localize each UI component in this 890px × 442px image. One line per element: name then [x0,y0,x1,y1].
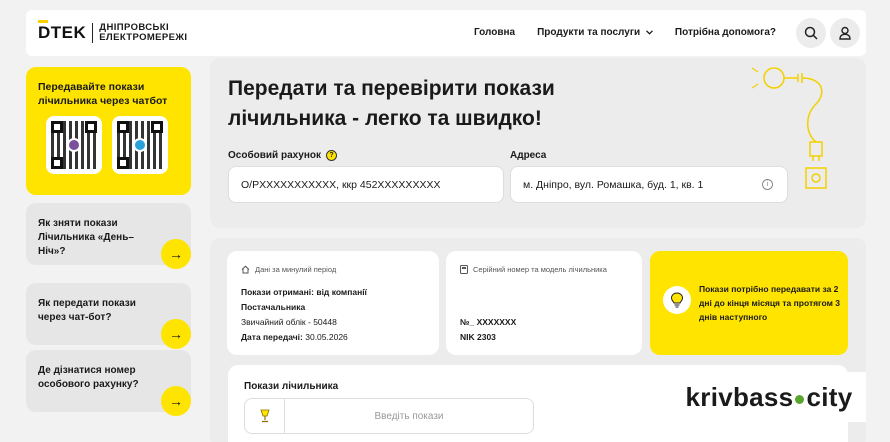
lamp-icon [245,399,285,433]
account-field[interactable]: О/РXXXXXXXXXXX, ккр 452XXXXXXXXX [228,166,504,203]
lightbulb-icon [663,286,691,314]
faq-day-night[interactable]: Як зняти покази Лічильника «День–Ніч»? → [26,203,191,269]
user-icon [839,26,851,40]
deadline-note-card: Покази потрібно передавати за 2 дні до к… [650,251,848,355]
readings-label: Покази лічильника [244,381,339,392]
received-from: Покази отримані: від компанії Постачальн… [241,287,367,312]
faq-label: Як зняти покази Лічильника «День–Ніч»? [38,218,134,257]
home-icon [241,265,250,274]
meter-caption: Серійний номер та модель лічильника [460,265,607,274]
telegram-qr-code[interactable] [112,116,168,174]
arrow-right-icon[interactable]: → [161,386,191,416]
main-nav: Головна Продукти та послуги Потрібна доп… [474,27,776,38]
readings-input-wrapper [244,398,534,434]
telegram-icon [133,138,147,152]
faq-label: Як передати покази через чат-бот? [38,298,136,323]
search-button[interactable] [796,18,826,48]
chatbot-qr-card: Передавайте покази лічильника через чатб… [26,67,191,195]
previous-period-caption: Дані за минулий період [241,265,336,274]
viber-icon [67,138,81,152]
dtek-logo[interactable]: DTEK ДНІПРОВСЬКІ ЕЛЕКТРОМЕРЕЖІ [38,20,188,43]
faq-label: Де дізнатися номер особового рахунку? [38,365,139,390]
arrow-right-icon[interactable]: → [161,319,191,349]
address-field[interactable]: м. Дніпро, вул. Ромашка, буд. 1, кв. 1 i [510,166,788,203]
address-label: Адреса [510,150,547,161]
account-label: Особовий рахунок ? [228,150,338,161]
faq-chatbot[interactable]: Як передати покази через чат-бот? → [26,283,191,349]
watermark-dot [795,394,805,404]
faq-account-number[interactable]: Де дізнатися номер особового рахунку? → [26,350,191,416]
nav-products[interactable]: Продукти та послуги [537,27,653,38]
profile-button[interactable] [830,18,860,48]
account-section: Передати та перевірити покази лічильника… [210,58,866,228]
search-icon [804,26,818,40]
arrow-right-icon[interactable]: → [161,239,191,269]
meter-serial: №_ XXXXXXX [460,317,517,327]
help-icon[interactable]: ? [326,150,338,161]
nav-help[interactable]: Потрібна допомога? [675,27,776,38]
info-icon[interactable]: i [762,179,773,190]
top-header: DTEK ДНІПРОВСЬКІ ЕЛЕКТРОМЕРЕЖІ Головна П… [26,10,866,56]
site-watermark: krivbass city [672,372,866,422]
logo-mark: DTEK [38,20,86,43]
deadline-note: Покази потрібно передавати за 2 дні до к… [699,284,840,322]
nav-home[interactable]: Головна [474,27,515,38]
transfer-date: Дата передачі: 30.05.2026 [241,332,348,342]
readings-input[interactable] [285,399,533,433]
meter-info-card: Серійний номер та модель лічильника №_ X… [446,251,642,355]
logo-company-name: ДНІПРОВСЬКІ ЕЛЕКТРОМЕРЕЖІ [99,22,188,43]
meter-type: Звичайний облік - 50448 [241,317,337,327]
page-title: Передати та перевірити покази лічильника… [228,77,555,130]
chevron-down-icon [645,30,653,35]
meter-icon [460,265,468,274]
qr-title: Передавайте покази лічильника через чатб… [38,81,168,107]
meter-model: NIK 2303 [460,332,496,342]
viber-qr-code[interactable] [46,116,102,174]
previous-period-card: Дані за минулий період Покази отримані: … [227,251,439,355]
